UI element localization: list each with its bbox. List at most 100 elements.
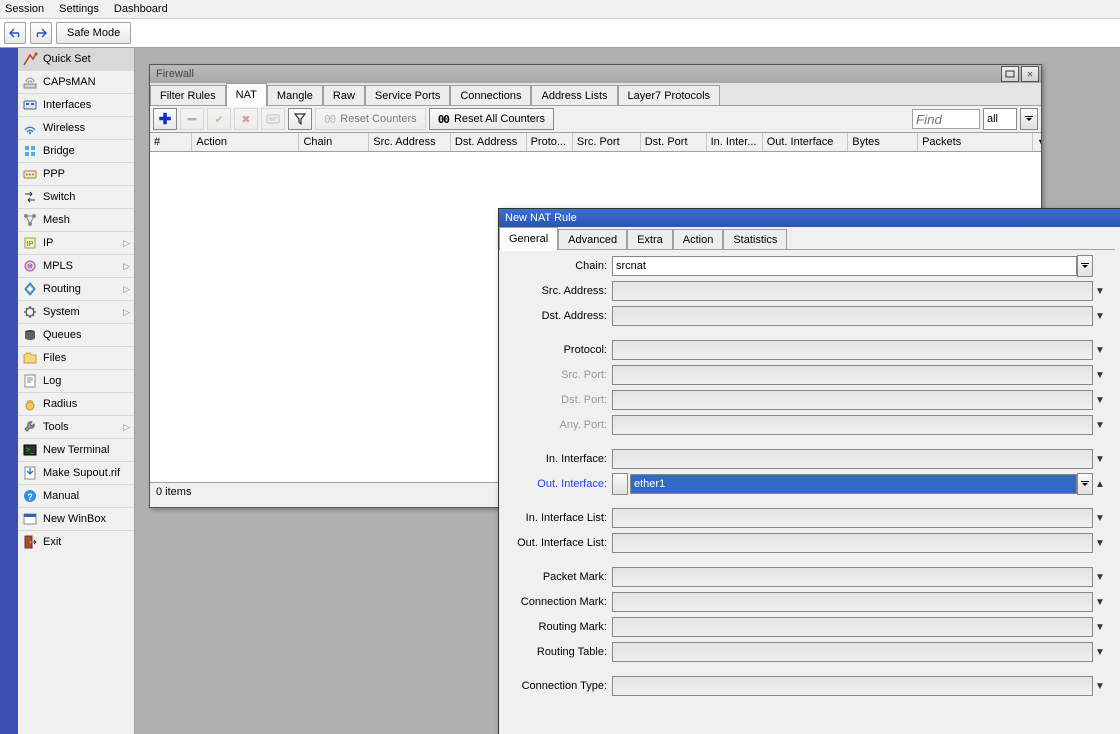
close-button[interactable]: ✕ bbox=[1021, 66, 1039, 82]
tab-nat[interactable]: NAT bbox=[226, 83, 267, 107]
in-interface-field[interactable] bbox=[612, 449, 1093, 469]
col-action[interactable]: Action bbox=[192, 133, 299, 151]
menu-dashboard[interactable]: Dashboard bbox=[114, 3, 168, 15]
sidebar-item-make-supout-rif[interactable]: Make Supout.rif bbox=[18, 461, 134, 484]
sidebar-item-exit[interactable]: Exit bbox=[18, 530, 134, 553]
tab-statistics[interactable]: Statistics bbox=[723, 229, 787, 249]
expand-icon[interactable]: ▼ bbox=[1093, 572, 1107, 583]
tab-general[interactable]: General bbox=[499, 227, 558, 251]
tab-advanced[interactable]: Advanced bbox=[558, 229, 627, 249]
tab-layer7-protocols[interactable]: Layer7 Protocols bbox=[618, 85, 721, 105]
col--[interactable]: # bbox=[150, 133, 192, 151]
expand-icon[interactable]: ▼ bbox=[1093, 420, 1107, 431]
expand-icon[interactable]: ▼ bbox=[1093, 622, 1107, 633]
src-port-field[interactable] bbox=[612, 365, 1093, 385]
col-more[interactable]: ▼ bbox=[1033, 133, 1041, 151]
sidebar-item-tools[interactable]: Tools▷ bbox=[18, 415, 134, 438]
col-in-inter-[interactable]: In. Inter... bbox=[707, 133, 763, 151]
expand-icon[interactable]: ▼ bbox=[1093, 286, 1107, 297]
out-interface-dropdown[interactable] bbox=[1077, 473, 1093, 495]
col-dst-address[interactable]: Dst. Address bbox=[451, 133, 527, 151]
sidebar-item-wireless[interactable]: Wireless bbox=[18, 116, 134, 139]
col-dst-port[interactable]: Dst. Port bbox=[641, 133, 707, 151]
sidebar-item-routing[interactable]: Routing▷ bbox=[18, 277, 134, 300]
filter-select[interactable]: all bbox=[983, 108, 1017, 130]
sidebar-item-quick-set[interactable]: Quick Set bbox=[18, 48, 134, 70]
tab-filter-rules[interactable]: Filter Rules bbox=[150, 85, 226, 105]
tab-service-ports[interactable]: Service Ports bbox=[365, 85, 450, 105]
sidebar-item-manual[interactable]: ?Manual bbox=[18, 484, 134, 507]
routing-table-field[interactable] bbox=[612, 642, 1093, 662]
col-bytes[interactable]: Bytes bbox=[848, 133, 918, 151]
connection-mark-field[interactable] bbox=[612, 592, 1093, 612]
expand-icon[interactable]: ▼ bbox=[1093, 681, 1107, 692]
tab-connections[interactable]: Connections bbox=[450, 85, 531, 105]
dst-address-field[interactable] bbox=[612, 306, 1093, 326]
add-button[interactable]: ✚ bbox=[153, 108, 177, 130]
undo-button[interactable] bbox=[4, 22, 26, 44]
routing-mark-field[interactable] bbox=[612, 617, 1093, 637]
sidebar-item-ip[interactable]: IPIP▷ bbox=[18, 231, 134, 254]
reset-all-counters-button[interactable]: 00 Reset All Counters bbox=[429, 108, 554, 130]
disable-button[interactable]: ✖ bbox=[234, 108, 258, 130]
expand-icon[interactable]: ▼ bbox=[1093, 311, 1107, 322]
tab-address-lists[interactable]: Address Lists bbox=[531, 85, 617, 105]
filter-dropdown[interactable] bbox=[1020, 108, 1038, 130]
sidebar-item-files[interactable]: Files bbox=[18, 346, 134, 369]
expand-icon[interactable]: ▼ bbox=[1093, 345, 1107, 356]
enable-button[interactable]: ✔ bbox=[207, 108, 231, 130]
col-chain[interactable]: Chain bbox=[299, 133, 369, 151]
safe-mode-button[interactable]: Safe Mode bbox=[56, 22, 131, 44]
dst-port-field[interactable] bbox=[612, 390, 1093, 410]
protocol-field[interactable] bbox=[612, 340, 1093, 360]
col-out-interface[interactable]: Out. Interface bbox=[763, 133, 849, 151]
out-interface-field[interactable]: ether1 bbox=[630, 474, 1077, 494]
sidebar-item-log[interactable]: Log bbox=[18, 369, 134, 392]
src-address-field[interactable] bbox=[612, 281, 1093, 301]
sidebar-item-new-terminal[interactable]: >_New Terminal bbox=[18, 438, 134, 461]
out-interface-invert[interactable] bbox=[612, 473, 628, 495]
chain-dropdown[interactable] bbox=[1077, 255, 1093, 277]
filter-button[interactable] bbox=[288, 108, 312, 130]
sidebar-item-mpls[interactable]: MMPLS▷ bbox=[18, 254, 134, 277]
tab-mangle[interactable]: Mangle bbox=[267, 85, 323, 105]
sidebar-item-switch[interactable]: Switch bbox=[18, 185, 134, 208]
expand-icon[interactable]: ▼ bbox=[1093, 395, 1107, 406]
expand-icon[interactable]: ▼ bbox=[1093, 513, 1107, 524]
remove-button[interactable]: ━ bbox=[180, 108, 204, 130]
tab-extra[interactable]: Extra bbox=[627, 229, 673, 249]
minimize-button[interactable] bbox=[1001, 66, 1019, 82]
comment-button[interactable] bbox=[261, 108, 285, 130]
redo-button[interactable] bbox=[30, 22, 52, 44]
sidebar-item-queues[interactable]: Queues bbox=[18, 323, 134, 346]
expand-icon[interactable]: ▼ bbox=[1093, 454, 1107, 465]
sidebar-item-capsman[interactable]: CAPsMAN bbox=[18, 70, 134, 93]
menu-settings[interactable]: Settings bbox=[59, 3, 99, 15]
connection-type-field[interactable] bbox=[612, 676, 1093, 696]
sidebar-item-interfaces[interactable]: Interfaces bbox=[18, 93, 134, 116]
col-packets[interactable]: Packets bbox=[918, 133, 1033, 151]
col-src-address[interactable]: Src. Address bbox=[369, 133, 451, 151]
col-proto-[interactable]: Proto... bbox=[527, 133, 573, 151]
nat-titlebar[interactable]: New NAT Rule ✕ bbox=[499, 209, 1120, 227]
expand-icon[interactable]: ▼ bbox=[1093, 597, 1107, 608]
expand-icon[interactable]: ▼ bbox=[1093, 370, 1107, 381]
sidebar-item-mesh[interactable]: Mesh bbox=[18, 208, 134, 231]
expand-icon[interactable]: ▼ bbox=[1093, 647, 1107, 658]
sidebar-item-new-winbox[interactable]: New WinBox bbox=[18, 507, 134, 530]
col-src-port[interactable]: Src. Port bbox=[573, 133, 641, 151]
reset-counters-button[interactable]: 00 Reset Counters bbox=[315, 108, 426, 130]
sidebar-item-radius[interactable]: Radius bbox=[18, 392, 134, 415]
packet-mark-field[interactable] bbox=[612, 567, 1093, 587]
collapse-icon[interactable]: ▲ bbox=[1093, 479, 1107, 490]
chain-field[interactable]: srcnat bbox=[612, 256, 1077, 276]
expand-icon[interactable]: ▼ bbox=[1093, 538, 1107, 549]
menu-session[interactable]: Session bbox=[5, 3, 44, 15]
tab-action[interactable]: Action bbox=[673, 229, 724, 249]
out-interface-list-field[interactable] bbox=[612, 533, 1093, 553]
sidebar-item-system[interactable]: System▷ bbox=[18, 300, 134, 323]
sidebar-item-ppp[interactable]: PPP bbox=[18, 162, 134, 185]
firewall-titlebar[interactable]: Firewall ✕ bbox=[150, 65, 1041, 83]
any-port-field[interactable] bbox=[612, 415, 1093, 435]
find-input[interactable] bbox=[912, 109, 980, 129]
